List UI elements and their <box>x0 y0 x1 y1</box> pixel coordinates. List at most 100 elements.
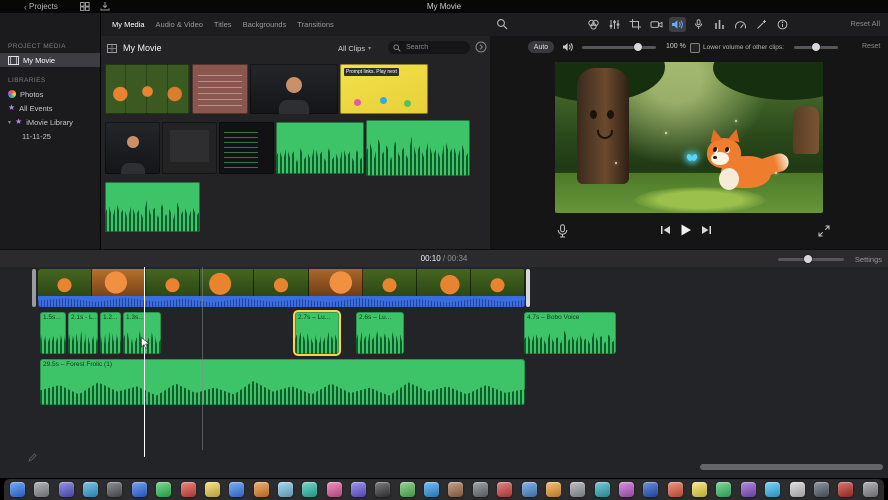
auto-volume-button[interactable]: Auto <box>528 41 554 53</box>
browser-collapse-icon[interactable] <box>475 41 487 53</box>
clip-filter-icon[interactable] <box>753 17 770 32</box>
speaker-icon[interactable] <box>562 42 574 52</box>
reset-all-button[interactable]: Reset All <box>850 19 880 28</box>
dock-app-icon[interactable] <box>180 482 196 497</box>
audio-clip[interactable]: 1.5s... <box>40 312 66 354</box>
playhead[interactable] <box>144 267 145 457</box>
crop-icon[interactable] <box>627 17 644 32</box>
dock-app-icon[interactable] <box>277 482 293 497</box>
noise-reduction-icon[interactable] <box>690 17 707 32</box>
audio-clip[interactable]: 4.7s – Bobo Voice <box>524 312 616 354</box>
color-balance-icon[interactable] <box>585 17 602 32</box>
dock-app-icon[interactable] <box>302 482 318 497</box>
clip-thumbnail-audio[interactable] <box>105 182 200 232</box>
dock-app-icon[interactable] <box>740 482 756 497</box>
lower-volume-slider-knob[interactable] <box>812 43 820 51</box>
tab-my-media[interactable]: My Media <box>112 20 145 29</box>
equalizer-icon[interactable] <box>711 17 728 32</box>
timeline[interactable]: 1.5s... 2.1s - L... 1.2... 1.3s... 2.7s … <box>0 267 888 478</box>
dock-app-icon[interactable] <box>10 482 25 497</box>
voiceover-mic-icon[interactable] <box>556 224 569 239</box>
volume-slider[interactable] <box>582 43 656 51</box>
dock-app-icon[interactable] <box>326 482 342 497</box>
lower-volume-checkbox[interactable] <box>690 43 700 53</box>
timeline-zoom-knob[interactable] <box>804 255 812 263</box>
clip-trim-handle-left[interactable] <box>32 269 36 307</box>
dock-app-icon[interactable] <box>424 482 440 497</box>
clip-trim-handle-right[interactable] <box>526 269 530 307</box>
dock-app-icon[interactable] <box>131 482 147 497</box>
audio-clip[interactable]: 2.6s – Lu... <box>356 312 404 354</box>
speed-icon[interactable] <box>732 17 749 32</box>
search-box[interactable] <box>388 41 470 54</box>
dock-app-icon[interactable] <box>765 482 781 497</box>
clip-thumbnail-code-screen[interactable] <box>219 122 274 174</box>
dock-app-icon[interactable] <box>545 482 561 497</box>
music-clip[interactable]: 29.5s – Forest Frolic (1) <box>40 359 525 405</box>
clip-thumbnail-webcam[interactable] <box>250 64 338 114</box>
dock-app-icon[interactable] <box>643 482 659 497</box>
audio-clip[interactable]: 1.2... <box>100 312 121 354</box>
dock-app-icon[interactable] <box>497 482 513 497</box>
dock-app-icon[interactable] <box>58 482 74 497</box>
clip-filter-dropdown[interactable]: All Clips ▾ <box>338 44 371 53</box>
dock-app-icon[interactable] <box>594 482 610 497</box>
dock-app-icon[interactable] <box>618 482 634 497</box>
dock-app-icon[interactable] <box>862 482 878 497</box>
viewer-preview[interactable] <box>555 62 823 213</box>
dock-app-icon[interactable] <box>229 482 245 497</box>
dock-app-icon[interactable] <box>667 482 683 497</box>
dock-app-icon[interactable] <box>521 482 537 497</box>
info-icon[interactable] <box>774 17 791 32</box>
zoom-tool-icon[interactable] <box>496 18 508 30</box>
clip-thumbnail-fox-video[interactable] <box>105 64 190 114</box>
tab-transitions[interactable]: Transitions <box>297 20 333 29</box>
volume-icon[interactable] <box>669 17 686 32</box>
sidebar-item-imovie-library[interactable]: ▾ ★ iMovie Library <box>0 115 100 129</box>
video-clip-filmstrip[interactable] <box>38 269 525 296</box>
sidebar-item-photos[interactable]: Photos <box>0 87 100 101</box>
dock-app-icon[interactable] <box>472 482 488 497</box>
tab-titles[interactable]: Titles <box>214 20 232 29</box>
clip-thumbnail-document[interactable] <box>192 64 248 114</box>
dock-app-icon[interactable] <box>570 482 586 497</box>
dock-app-icon[interactable] <box>83 482 99 497</box>
tab-backgrounds[interactable]: Backgrounds <box>243 20 287 29</box>
tab-audio-video[interactable]: Audio & Video <box>156 20 203 29</box>
dock-app-icon[interactable] <box>156 482 172 497</box>
play-button[interactable] <box>680 224 692 236</box>
dock-app-icon[interactable] <box>34 482 50 497</box>
clip-thumbnail-audio[interactable] <box>276 122 364 174</box>
sidebar-item-all-events[interactable]: ★ All Events <box>0 101 100 115</box>
clip-thumbnail-slides[interactable]: Prompt links. Play next <box>340 64 428 114</box>
timeline-zoom-slider[interactable] <box>778 255 844 263</box>
dock-app-icon[interactable] <box>375 482 391 497</box>
dock-app-icon[interactable] <box>716 482 732 497</box>
draw-tool-icon[interactable] <box>28 453 37 462</box>
dock-app-icon[interactable] <box>692 482 708 497</box>
lower-volume-slider[interactable] <box>794 43 838 51</box>
dock-app-icon[interactable] <box>204 482 220 497</box>
timeline-horizontal-scrollbar[interactable] <box>700 464 883 470</box>
clip-thumbnail-screen-recording[interactable] <box>162 122 217 174</box>
color-correction-icon[interactable] <box>606 17 623 32</box>
timeline-settings-button[interactable]: Settings <box>855 255 882 264</box>
fullscreen-icon[interactable] <box>818 225 830 237</box>
disclosure-chevron-icon[interactable]: ▾ <box>8 119 11 126</box>
clip-thumbnail-webcam[interactable] <box>105 122 160 174</box>
audio-clip-selected[interactable]: 2.7s – Lu... <box>295 312 339 354</box>
dock-app-icon[interactable] <box>399 482 415 497</box>
audio-clip[interactable]: 2.1s - L... <box>68 312 98 354</box>
dock-app-icon[interactable] <box>813 482 829 497</box>
sidebar-item-event-date[interactable]: 11-11-25 <box>0 129 100 143</box>
video-clip-audio-track[interactable] <box>38 296 525 307</box>
dock-app-icon[interactable] <box>253 482 269 497</box>
dock-app-icon[interactable] <box>448 482 464 497</box>
dock-app-icon[interactable] <box>838 482 854 497</box>
previous-frame-button[interactable] <box>660 225 671 235</box>
next-frame-button[interactable] <box>701 225 712 235</box>
stabilization-icon[interactable] <box>648 17 665 32</box>
dock-app-icon[interactable] <box>107 482 123 497</box>
search-input[interactable] <box>404 43 466 52</box>
clip-thumbnail-audio[interactable] <box>366 120 470 176</box>
